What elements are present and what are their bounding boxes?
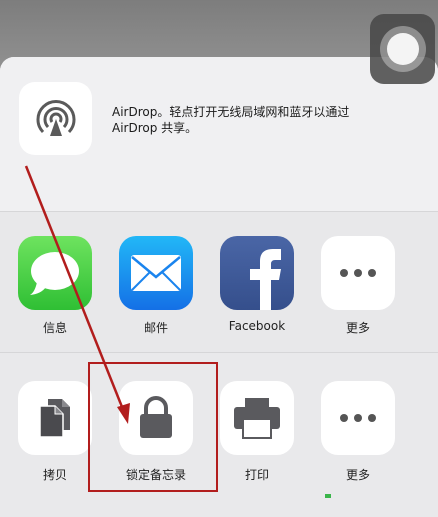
- print-label: 打印: [244, 468, 269, 482]
- facebook-app-button[interactable]: [220, 236, 294, 310]
- airdrop-icon[interactable]: [19, 82, 92, 155]
- airdrop-description-line2: AirDrop 共享。: [112, 121, 198, 135]
- more-actions-button[interactable]: [321, 381, 395, 455]
- share-sheet: AirDrop。轻点打开无线局域网和蓝牙以通过 AirDrop 共享。 信息 邮…: [0, 57, 438, 517]
- more-apps-button[interactable]: [321, 236, 395, 310]
- assistive-touch-icon: [379, 26, 426, 72]
- copy-icon: [39, 399, 70, 438]
- messages-label: 信息: [42, 321, 67, 335]
- copy-action-button[interactable]: [18, 381, 92, 455]
- mail-label: 邮件: [143, 321, 168, 335]
- messages-app-button[interactable]: [18, 236, 92, 310]
- airdrop-description: AirDrop。轻点打开无线局域网和蓝牙以通过 AirDrop 共享。: [112, 104, 422, 136]
- share-actions-row: 拷贝 锁定备忘录 打印 更多: [0, 352, 438, 517]
- share-apps-row: 信息 邮件 Facebook 更多: [0, 211, 438, 353]
- more-icon: [340, 414, 376, 422]
- airdrop-description-line1: AirDrop。轻点打开无线局域网和蓝牙以通过: [112, 105, 350, 119]
- mail-icon: [131, 255, 181, 291]
- status-indicator: [325, 494, 331, 498]
- facebook-label: Facebook: [228, 319, 286, 333]
- print-action-button[interactable]: [220, 381, 294, 455]
- facebook-icon: [250, 249, 281, 310]
- printer-icon: [234, 398, 280, 439]
- messages-icon: [30, 252, 79, 295]
- more-actions-label: 更多: [345, 468, 370, 482]
- airdrop-section: AirDrop。轻点打开无线局域网和蓝牙以通过 AirDrop 共享。: [0, 57, 438, 211]
- annotation-highlight-box: [88, 362, 218, 492]
- mail-app-button[interactable]: [119, 236, 193, 310]
- assistive-touch-button[interactable]: [370, 14, 435, 84]
- more-icon: [340, 269, 376, 277]
- more-apps-label: 更多: [345, 321, 370, 335]
